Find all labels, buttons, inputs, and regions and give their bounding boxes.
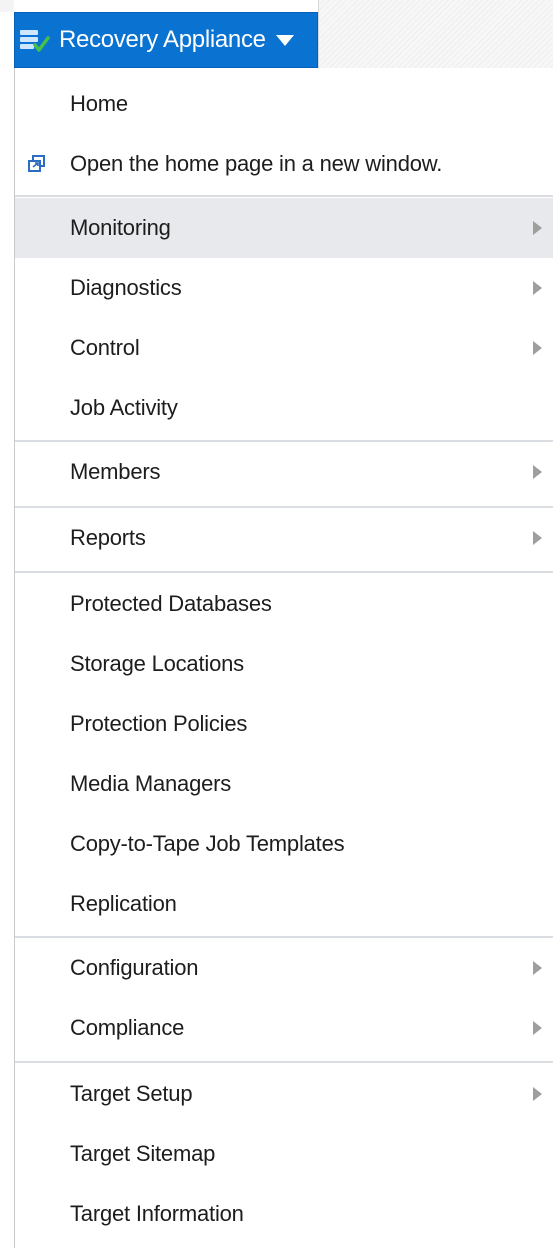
submenu-arrow-icon	[533, 465, 542, 479]
menu-item-storage-locations[interactable]: Storage Locations	[15, 634, 553, 694]
menu-item-compliance[interactable]: Compliance	[15, 998, 553, 1058]
menu-item-label: Protection Policies	[70, 711, 248, 736]
menu-item-label: Open the home page in a new window.	[70, 151, 443, 176]
toolbar-background	[0, 0, 14, 12]
menu-item-diagnostics[interactable]: Diagnostics	[15, 258, 553, 318]
menu-item-label: Target Setup	[70, 1081, 193, 1106]
menu-item-configuration[interactable]: Configuration	[15, 938, 553, 998]
submenu-arrow-icon	[533, 531, 542, 545]
submenu-arrow-icon	[533, 1087, 542, 1101]
submenu-arrow-icon	[533, 1021, 542, 1035]
menu-item-job-activity[interactable]: Job Activity	[15, 378, 553, 438]
menu-item-label: Protected Databases	[70, 591, 272, 616]
menu-item-home[interactable]: Home	[15, 74, 553, 134]
menu-item-label: Replication	[70, 891, 177, 916]
menu-item-monitoring[interactable]: Monitoring	[15, 198, 553, 258]
menu-item-protection-policies[interactable]: Protection Policies	[15, 694, 553, 754]
submenu-arrow-icon	[533, 341, 542, 355]
menu-item-label: Reports	[70, 525, 146, 550]
menu-item-label: Monitoring	[70, 215, 171, 240]
submenu-arrow-icon	[533, 281, 542, 295]
caret-down-icon	[275, 34, 294, 46]
toolbar-background-hatched	[318, 0, 553, 68]
menu-item-media-managers[interactable]: Media Managers	[15, 754, 553, 814]
menu-item-reports[interactable]: Reports	[15, 508, 553, 568]
menu-screen: Recovery Appliance Home Open the home pa…	[0, 0, 553, 1248]
target-menu-button[interactable]: Recovery Appliance	[14, 12, 318, 68]
menu-item-label: Media Managers	[70, 771, 232, 796]
new-window-icon	[27, 154, 47, 174]
recovery-appliance-icon	[17, 25, 51, 55]
menu-item-label: Control	[70, 335, 140, 360]
menu-item-label: Diagnostics	[70, 275, 182, 300]
target-menu-title: Recovery Appliance	[59, 26, 266, 53]
menu-item-label: Copy-to-Tape Job Templates	[70, 831, 345, 856]
menu-item-label: Storage Locations	[70, 651, 244, 676]
menu-item-label: Compliance	[70, 1015, 185, 1040]
menu-item-members[interactable]: Members	[15, 442, 553, 502]
submenu-arrow-icon	[533, 221, 542, 235]
menu-item-label: Job Activity	[70, 395, 178, 420]
menu-separator	[15, 195, 553, 197]
menu-item-protected-databases[interactable]: Protected Databases	[15, 574, 553, 634]
menu-item-target-sitemap[interactable]: Target Sitemap	[15, 1124, 553, 1184]
menu-item-copy-to-tape-job-templates[interactable]: Copy-to-Tape Job Templates	[15, 814, 553, 874]
menu-separator	[15, 1061, 553, 1063]
menu-item-replication[interactable]: Replication	[15, 874, 553, 934]
menu-separator	[15, 571, 553, 573]
menu-item-label: Members	[70, 459, 161, 484]
menu-item-target-information[interactable]: Target Information	[15, 1184, 553, 1244]
submenu-arrow-icon	[533, 961, 542, 975]
target-dropdown-menu: Home Open the home page in a new window.…	[14, 68, 553, 1248]
menu-item-label: Configuration	[70, 955, 199, 980]
menu-item-target-setup[interactable]: Target Setup	[15, 1064, 553, 1124]
menu-item-open-new-window[interactable]: Open the home page in a new window.	[15, 134, 553, 194]
menu-item-control[interactable]: Control	[15, 318, 553, 378]
menu-item-label: Home	[70, 91, 128, 116]
menu-item-label: Target Sitemap	[70, 1141, 216, 1166]
menu-item-label: Target Information	[70, 1201, 244, 1226]
